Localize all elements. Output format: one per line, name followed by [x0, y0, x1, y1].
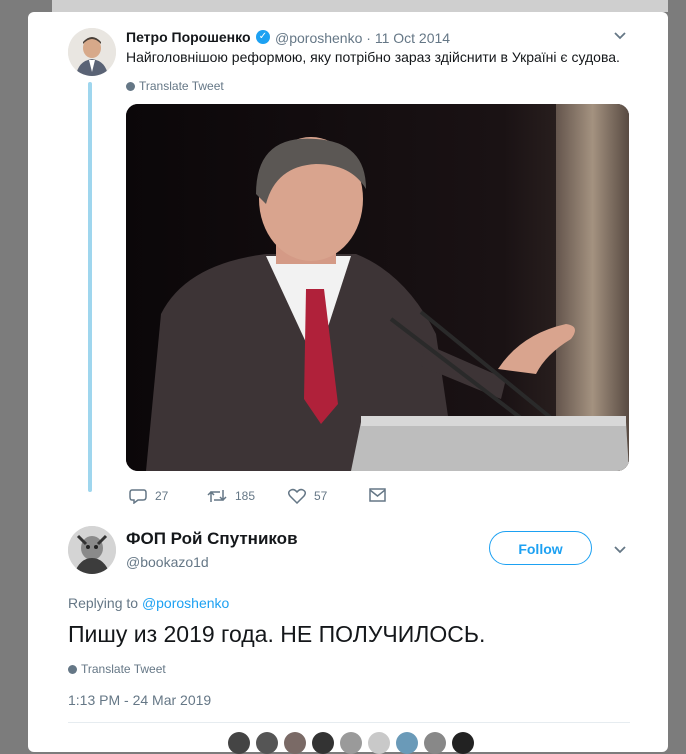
- liker-avatar[interactable]: [396, 732, 418, 754]
- heart-icon: [288, 488, 306, 504]
- replying-to-link[interactable]: @poroshenko: [142, 595, 229, 611]
- tweet-photo[interactable]: [126, 104, 629, 471]
- original-date[interactable]: · 11 Oct 2014: [366, 30, 450, 46]
- envelope-icon: [369, 488, 386, 502]
- liker-avatar[interactable]: [340, 732, 362, 754]
- retweet-icon: [207, 490, 227, 502]
- liker-avatar[interactable]: [284, 732, 306, 754]
- chevron-down-icon[interactable]: [613, 543, 627, 560]
- translate-label: Translate Tweet: [139, 79, 224, 93]
- reply-icon: [129, 489, 147, 504]
- globe-icon: [68, 665, 77, 674]
- original-tweet-text: Найголовнішою реформою, яку потрібно зар…: [126, 49, 620, 65]
- background-page-strip: [52, 0, 668, 12]
- original-author-name[interactable]: Петро Порошенко: [126, 29, 251, 45]
- liker-avatars[interactable]: [228, 732, 474, 754]
- retweet-count: 185: [235, 489, 256, 503]
- like-button[interactable]: 57: [288, 488, 327, 504]
- replying-to-line: Replying to @poroshenko: [68, 595, 229, 611]
- reply-button[interactable]: 27: [129, 488, 168, 504]
- thread-connector: [88, 82, 92, 492]
- retweet-button[interactable]: 185: [207, 488, 255, 504]
- follow-button[interactable]: Follow: [489, 531, 592, 565]
- chevron-down-icon[interactable]: [613, 29, 627, 46]
- reply-tweet-text: Пишу из 2019 года. НЕ ПОЛУЧИЛОСЬ.: [68, 621, 486, 647]
- reply-handle[interactable]: @bookazo1d: [126, 554, 209, 570]
- original-handle[interactable]: @poroshenko: [275, 30, 362, 46]
- liker-avatar[interactable]: [368, 732, 390, 754]
- liker-avatar[interactable]: [424, 732, 446, 754]
- like-count: 57: [314, 489, 328, 503]
- reply-count: 27: [155, 489, 169, 503]
- reply-author-name[interactable]: ФОП Рой Спутников: [126, 529, 298, 549]
- replying-to-prefix: Replying to: [68, 595, 139, 611]
- liker-avatar[interactable]: [312, 732, 334, 754]
- liker-avatar[interactable]: [452, 732, 474, 754]
- direct-message-button[interactable]: [369, 488, 386, 502]
- translate-tweet-link[interactable]: Translate Tweet: [68, 662, 166, 676]
- poroshenko-avatar[interactable]: [68, 28, 116, 76]
- divider: [68, 722, 630, 723]
- original-handle-date[interactable]: @poroshenko · 11 Oct 2014: [275, 30, 450, 46]
- verified-badge-icon: ✓: [256, 30, 270, 44]
- liker-avatar[interactable]: [228, 732, 250, 754]
- bookazo1d-avatar[interactable]: [68, 526, 116, 574]
- translate-label: Translate Tweet: [81, 662, 166, 676]
- globe-icon: [126, 82, 135, 91]
- reply-timestamp[interactable]: 1:13 PM - 24 Mar 2019: [68, 692, 211, 708]
- translate-tweet-link[interactable]: Translate Tweet: [126, 79, 224, 93]
- liker-avatar[interactable]: [256, 732, 278, 754]
